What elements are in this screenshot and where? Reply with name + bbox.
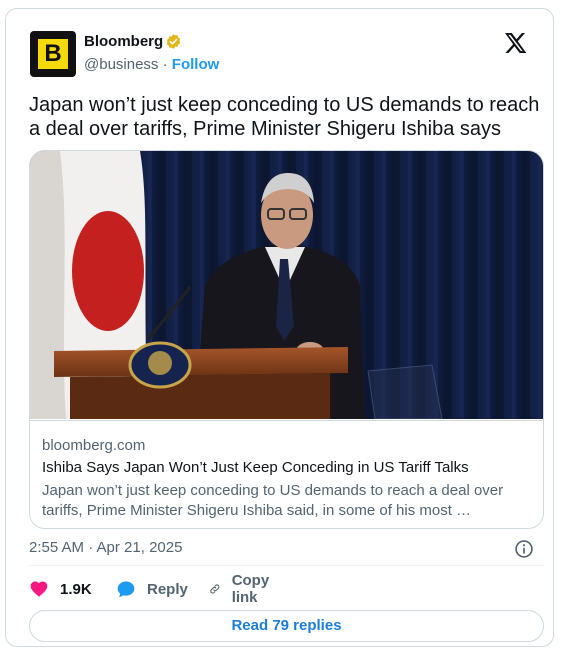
avatar-letter: B xyxy=(38,39,68,69)
link-icon xyxy=(210,584,220,594)
copy-link-button[interactable]: Copy link xyxy=(209,572,276,606)
link-domain: bloomberg.com xyxy=(42,437,146,454)
avatar[interactable]: B xyxy=(30,31,76,77)
x-logo-icon[interactable] xyxy=(503,31,527,55)
like-button[interactable]: 1.9K xyxy=(29,578,92,600)
divider xyxy=(29,565,544,566)
info-icon[interactable] xyxy=(514,539,534,559)
author-handle-line: @business · Follow xyxy=(84,56,219,73)
link-description: Japan won’t just keep conceding to US de… xyxy=(42,482,504,519)
author-name[interactable]: Bloomberg xyxy=(84,33,163,50)
follow-button[interactable]: Follow xyxy=(172,56,220,73)
copy-link-label: Copy link xyxy=(231,572,270,606)
heart-icon xyxy=(30,581,48,597)
verified-badge-icon xyxy=(166,34,181,49)
reply-label: Reply xyxy=(147,580,188,598)
read-replies-button[interactable]: Read 79 replies xyxy=(29,610,544,642)
reply-button[interactable]: Reply xyxy=(116,578,188,600)
handle-separator: · xyxy=(162,56,168,73)
tweet-timestamp[interactable]: 2:55 AM · Apr 21, 2025 xyxy=(29,539,182,556)
link-meta: bloomberg.com Ishiba Says Japan Won’t Ju… xyxy=(30,420,543,528)
link-title[interactable]: Ishiba Says Japan Won’t Just Keep Conced… xyxy=(42,459,469,476)
like-count: 1.9K xyxy=(60,580,92,598)
article-photo[interactable] xyxy=(30,151,544,419)
link-preview-card[interactable]: bloomberg.com Ishiba Says Japan Won’t Ju… xyxy=(29,150,544,529)
tweet-text: Japan won’t just keep conceding to US de… xyxy=(29,94,540,140)
speech-bubble-icon xyxy=(117,581,135,598)
author-handle[interactable]: @business xyxy=(84,56,158,73)
tweet-card: B Bloomberg @business · Follow Japan won… xyxy=(5,8,554,647)
